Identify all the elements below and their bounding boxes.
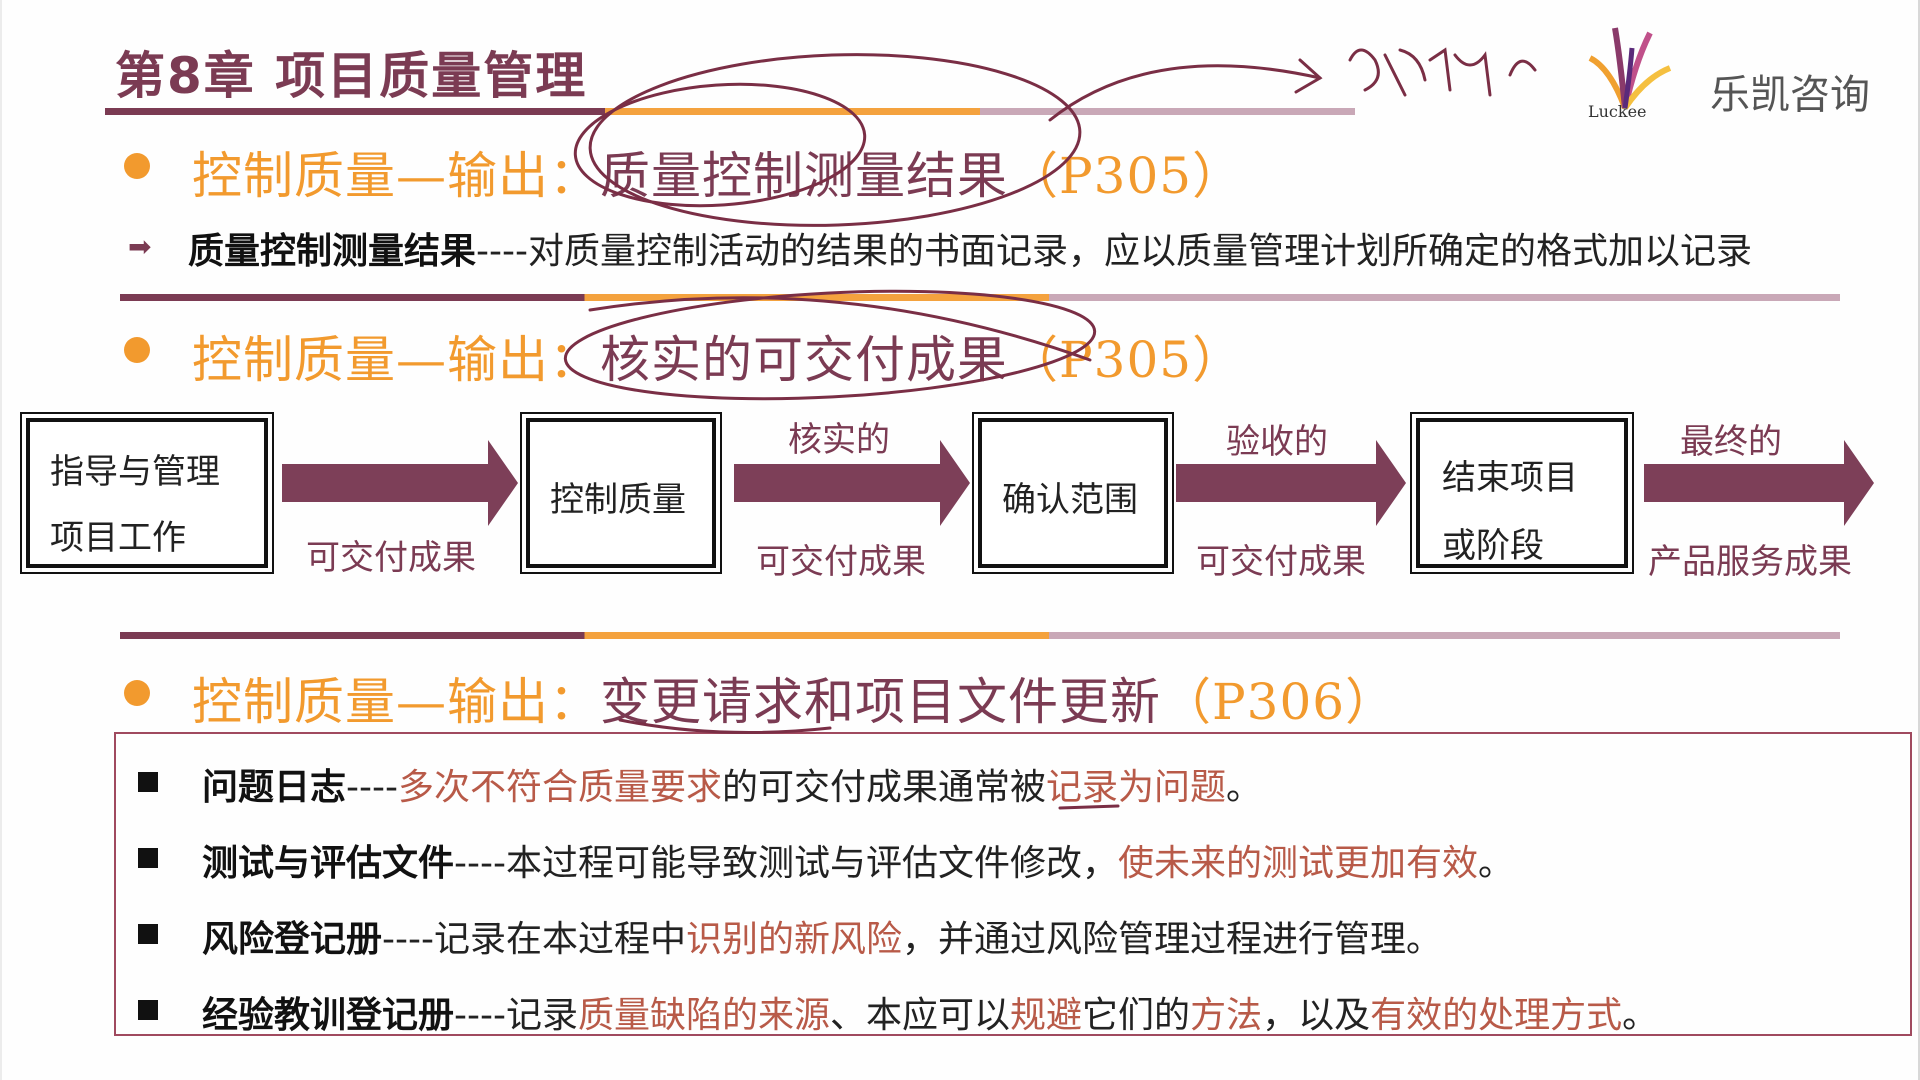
separator-1 [120, 294, 1840, 301]
section2-highlight: 核实的可交付成果 [600, 331, 1008, 389]
arrow-bullet-icon: ➡ [128, 230, 152, 263]
square-bullet-icon [138, 924, 158, 944]
section3-heading: 控制质量—输出：变更请求和项目文件更新（P306） [192, 662, 1396, 734]
flow-box-close-project: 结束项目 或阶段 [1410, 412, 1634, 574]
flow-label-bottom-3: 可交付成果 [1196, 542, 1366, 582]
item-highlight: 识别的新风险 [686, 919, 903, 960]
flow-box-line2: 或阶段 [1442, 526, 1544, 566]
outputs-list: 问题日志----多次不符合质量要求的可交付成果通常被记录为问题。 测试与评估文件… [114, 732, 1912, 1036]
definition-text: ----对质量控制活动的结果的书面记录，应以质量管理计划所确定的格式加以记录 [476, 231, 1752, 272]
section1-prefix: 控制质量—输出： [192, 147, 600, 205]
square-bullet-icon [138, 848, 158, 868]
item-text: 记录在本过程中 [433, 919, 686, 960]
item-text: 本过程可能导致测试与评估文件修改， [505, 843, 1118, 884]
bullet-dot [124, 153, 150, 179]
bullet-dot [124, 680, 150, 706]
slide: 第8章 项目质量管理 Luckee 乐凯咨询 控制质量—输出：质量控制测量结果（… [0, 0, 1920, 1080]
flow-box-line1: 指导与管理 [50, 452, 220, 492]
section3-prefix: 控制质量—输出： [192, 673, 600, 731]
item-highlight: 多次不符合质量要求 [397, 767, 722, 808]
item-text: 它们的 [1082, 995, 1191, 1036]
section2-prefix: 控制质量—输出： [192, 331, 600, 389]
item-text: 、本应可以 [830, 995, 1011, 1036]
definition-term: 质量控制测量结果 [188, 231, 477, 272]
item-text: 的可交付成果通常被 [722, 767, 1047, 808]
item-dash: ---- [454, 995, 506, 1036]
square-bullet-icon [138, 1000, 158, 1020]
item-highlight: 记录为问题 [1046, 767, 1227, 808]
section3-suffix: （P306） [1161, 673, 1397, 731]
item-dash: ---- [382, 919, 434, 960]
item-text: ，以及 [1262, 995, 1371, 1036]
flow-label-top-2: 核实的 [788, 420, 890, 460]
flow-box-line1: 确认范围 [1002, 480, 1138, 520]
flow-label-top-3: 验收的 [1226, 422, 1328, 462]
list-item-test-eval-docs: 测试与评估文件----本过程可能导致测试与评估文件修改，使未来的测试更加有效。 [202, 834, 1514, 886]
flow-label-top-4: 最终的 [1680, 422, 1782, 462]
separator-2 [120, 632, 1840, 639]
item-highlight: 质量缺陷的来源 [578, 995, 831, 1036]
section2-suffix: （P305） [1008, 331, 1244, 389]
list-item-issue-log: 问题日志----多次不符合质量要求的可交付成果通常被记录为问题。 [202, 758, 1262, 810]
list-item-lessons-learned: 经验教训登记册----记录质量缺陷的来源、本应可以规避它们的方法，以及有效的处理… [202, 986, 1658, 1038]
flow-box-line1: 控制质量 [550, 480, 686, 520]
item-highlight: 规避 [1010, 995, 1083, 1036]
flow-box-line1: 结束项目 [1442, 458, 1578, 498]
flow-box-direct-manage: 指导与管理 项目工作 [20, 412, 274, 574]
item-dash: ---- [346, 767, 398, 808]
flow-arrow-1-icon [282, 440, 518, 526]
section1-definition: 质量控制测量结果----对质量控制活动的结果的书面记录，应以质量管理计划所确定的… [188, 222, 1752, 274]
item-term: 问题日志 [202, 767, 347, 808]
flow-box-validate-scope: 确认范围 [972, 412, 1174, 574]
item-dash: ---- [454, 843, 506, 884]
item-text: 记录 [505, 995, 578, 1036]
list-item-risk-register: 风险登记册----记录在本过程中识别的新风险，并通过风险管理过程进行管理。 [202, 910, 1442, 962]
flow-label-bottom-2: 可交付成果 [756, 542, 926, 582]
chapter-title: 第8章 项目质量管理 [115, 47, 588, 105]
item-term: 经验教训登记册 [202, 995, 455, 1036]
logo-wordmark: Luckee [1588, 102, 1647, 121]
item-text: 。 [1622, 995, 1659, 1036]
section1-heading: 控制质量—输出：质量控制测量结果（P305） [192, 136, 1243, 208]
flow-label-bottom-4: 产品服务成果 [1648, 542, 1852, 582]
item-term: 风险登记册 [202, 919, 383, 960]
item-text: 。 [1226, 767, 1263, 808]
slide-edge-left [0, 0, 2, 1080]
title-underline [105, 108, 1355, 115]
bullet-dot [124, 337, 150, 363]
flow-box-control-quality: 控制质量 [520, 412, 722, 574]
item-highlight: 有效的处理方式 [1370, 995, 1623, 1036]
item-highlight: 方法 [1190, 995, 1263, 1036]
flow-box-line2: 项目工作 [50, 518, 186, 558]
section1-highlight: 质量控制测量结果 [600, 147, 1008, 205]
brand-name: 乐凯咨询 [1710, 72, 1870, 118]
square-bullet-icon [138, 772, 158, 792]
section1-suffix: （P305） [1008, 147, 1244, 205]
flow-label-bottom-1: 可交付成果 [306, 538, 476, 578]
item-text: ，并通过风险管理过程进行管理。 [902, 919, 1443, 960]
item-text: 。 [1478, 843, 1515, 884]
item-term: 测试与评估文件 [202, 843, 455, 884]
section3-highlight: 变更请求和项目文件更新 [600, 673, 1161, 731]
item-highlight: 使未来的测试更加有效 [1118, 843, 1479, 884]
section2-heading: 控制质量—输出：核实的可交付成果（P305） [192, 320, 1243, 392]
